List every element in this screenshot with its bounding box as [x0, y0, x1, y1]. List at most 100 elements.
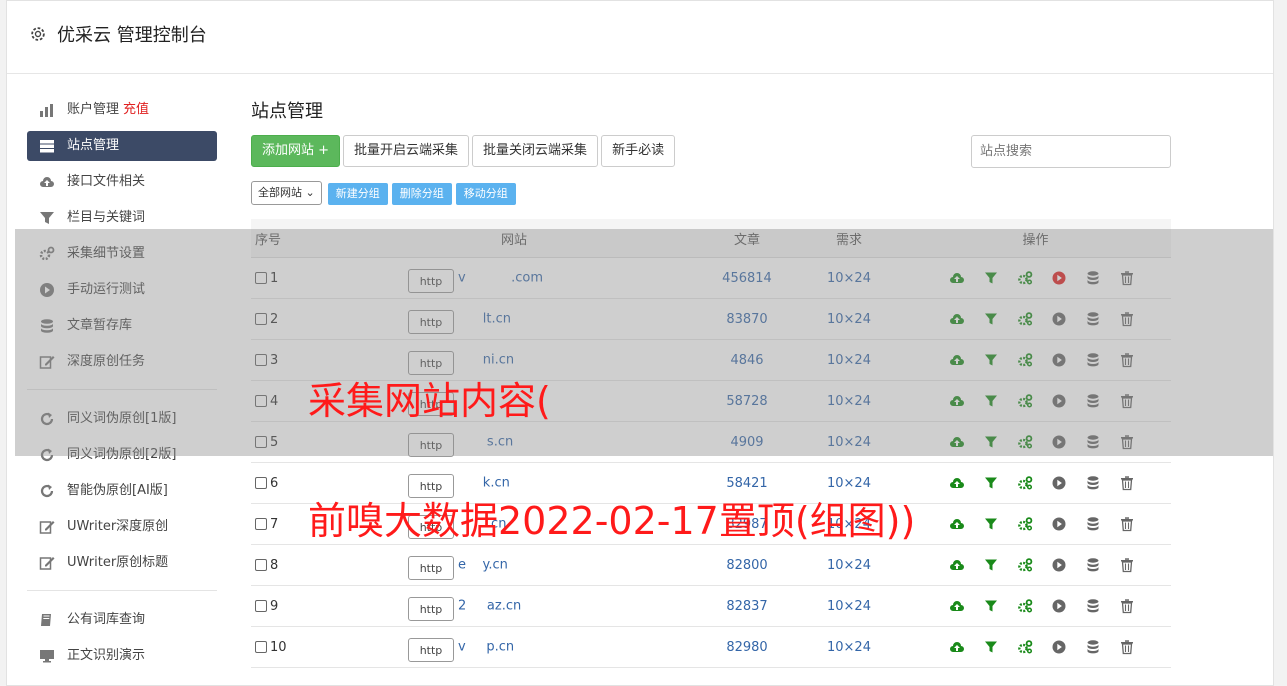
cloud-upload-icon[interactable]	[949, 352, 965, 368]
play-circle-icon[interactable]	[1051, 311, 1067, 327]
database-icon[interactable]	[1085, 516, 1101, 532]
cloud-upload-icon[interactable]	[949, 434, 965, 450]
filter-icon[interactable]	[983, 557, 999, 573]
group-select[interactable]: 全部网站 ⌄	[251, 181, 322, 205]
row-checkbox[interactable]	[255, 477, 267, 489]
sidebar-item[interactable]: 栏目与关键词	[27, 203, 217, 233]
http-protocol-button[interactable]: http	[408, 556, 454, 580]
site-domain-link[interactable]: v .com	[458, 271, 543, 286]
row-checkbox[interactable]	[255, 600, 267, 612]
trash-icon[interactable]	[1119, 639, 1135, 655]
article-count-link[interactable]: 4846	[730, 353, 763, 368]
article-count-link[interactable]: 82980	[726, 640, 767, 655]
cloud-upload-icon[interactable]	[949, 475, 965, 491]
gears-icon[interactable]	[1017, 393, 1033, 409]
article-count-link[interactable]: 456814	[722, 271, 772, 286]
gears-icon[interactable]	[1017, 434, 1033, 450]
row-checkbox[interactable]	[255, 313, 267, 325]
gears-icon[interactable]	[1017, 557, 1033, 573]
site-domain-link[interactable]: k.cn	[458, 476, 510, 491]
sidebar-item[interactable]: UWriter深度原创	[27, 512, 217, 542]
trash-icon[interactable]	[1119, 393, 1135, 409]
batch-open-cloud-button[interactable]: 批量开启云端采集	[343, 135, 470, 167]
article-count-link[interactable]: 58421	[726, 476, 767, 491]
sidebar-item[interactable]: 智能伪原创[AI版]	[27, 476, 217, 506]
play-circle-icon[interactable]	[1051, 475, 1067, 491]
sidebar-item[interactable]: 同义词伪原创[1版]	[27, 404, 217, 434]
http-protocol-button[interactable]: http	[408, 310, 454, 334]
sidebar-item[interactable]: 文章暂存库	[27, 311, 217, 341]
sidebar-item[interactable]: 手动运行测试	[27, 275, 217, 305]
cloud-upload-icon[interactable]	[949, 393, 965, 409]
recharge-link[interactable]: 充值	[123, 102, 149, 117]
demand-link[interactable]: 10×24	[827, 394, 871, 409]
site-search-input[interactable]	[971, 135, 1171, 168]
database-icon[interactable]	[1085, 434, 1101, 450]
database-icon[interactable]	[1085, 311, 1101, 327]
sidebar-item[interactable]: 采集细节设置	[27, 239, 217, 269]
row-checkbox[interactable]	[255, 272, 267, 284]
delete-group-button[interactable]: 删除分组	[391, 183, 452, 205]
play-circle-icon[interactable]	[1051, 270, 1067, 286]
sidebar-item[interactable]: 站点管理	[27, 131, 217, 161]
site-domain-link[interactable]: ni.cn	[458, 353, 514, 368]
batch-close-cloud-button[interactable]: 批量关闭云端采集	[472, 135, 599, 167]
sidebar-item[interactable]: UWriter原创标题	[27, 548, 217, 578]
database-icon[interactable]	[1085, 557, 1101, 573]
filter-icon[interactable]	[983, 475, 999, 491]
cloud-upload-icon[interactable]	[949, 270, 965, 286]
site-domain-link[interactable]: 2 az.cn	[458, 599, 521, 614]
row-checkbox[interactable]	[255, 436, 267, 448]
cloud-upload-icon[interactable]	[949, 311, 965, 327]
article-count-link[interactable]: 82837	[726, 599, 767, 614]
filter-icon[interactable]	[983, 393, 999, 409]
play-circle-icon[interactable]	[1051, 557, 1067, 573]
http-protocol-button[interactable]: http	[408, 597, 454, 621]
http-protocol-button[interactable]: http	[408, 433, 454, 457]
database-icon[interactable]	[1085, 639, 1101, 655]
database-icon[interactable]	[1085, 270, 1101, 286]
gears-icon[interactable]	[1017, 475, 1033, 491]
trash-icon[interactable]	[1119, 270, 1135, 286]
article-count-link[interactable]: 4909	[730, 435, 763, 450]
row-checkbox[interactable]	[255, 354, 267, 366]
move-group-button[interactable]: 移动分组	[455, 183, 516, 205]
sidebar-item[interactable]: 接口文件相关	[27, 167, 217, 197]
filter-icon[interactable]	[983, 434, 999, 450]
database-icon[interactable]	[1085, 598, 1101, 614]
row-checkbox[interactable]	[255, 559, 267, 571]
database-icon[interactable]	[1085, 475, 1101, 491]
gears-icon[interactable]	[1017, 598, 1033, 614]
site-domain-link[interactable]: s.cn	[458, 435, 513, 450]
trash-icon[interactable]	[1119, 557, 1135, 573]
trash-icon[interactable]	[1119, 598, 1135, 614]
filter-icon[interactable]	[983, 311, 999, 327]
sidebar-item[interactable]: 账户管理 充值	[27, 95, 217, 125]
article-count-link[interactable]: 82800	[726, 558, 767, 573]
filter-icon[interactable]	[983, 516, 999, 532]
row-checkbox[interactable]	[255, 641, 267, 653]
database-icon[interactable]	[1085, 352, 1101, 368]
cloud-upload-icon[interactable]	[949, 516, 965, 532]
filter-icon[interactable]	[983, 270, 999, 286]
new-group-button[interactable]: 新建分组	[327, 183, 388, 205]
filter-icon[interactable]	[983, 598, 999, 614]
database-icon[interactable]	[1085, 393, 1101, 409]
play-circle-icon[interactable]	[1051, 598, 1067, 614]
trash-icon[interactable]	[1119, 516, 1135, 532]
cloud-upload-icon[interactable]	[949, 598, 965, 614]
trash-icon[interactable]	[1119, 311, 1135, 327]
newbie-guide-button[interactable]: 新手必读	[601, 135, 676, 167]
filter-icon[interactable]	[983, 639, 999, 655]
sidebar-item[interactable]: 深度原创任务	[27, 347, 217, 377]
play-circle-icon[interactable]	[1051, 434, 1067, 450]
demand-link[interactable]: 10×24	[827, 435, 871, 450]
article-count-link[interactable]: 83870	[726, 312, 767, 327]
row-checkbox[interactable]	[255, 518, 267, 530]
gears-icon[interactable]	[1017, 352, 1033, 368]
demand-link[interactable]: 10×24	[827, 599, 871, 614]
play-circle-icon[interactable]	[1051, 352, 1067, 368]
trash-icon[interactable]	[1119, 475, 1135, 491]
demand-link[interactable]: 10×24	[827, 271, 871, 286]
gears-icon[interactable]	[1017, 639, 1033, 655]
